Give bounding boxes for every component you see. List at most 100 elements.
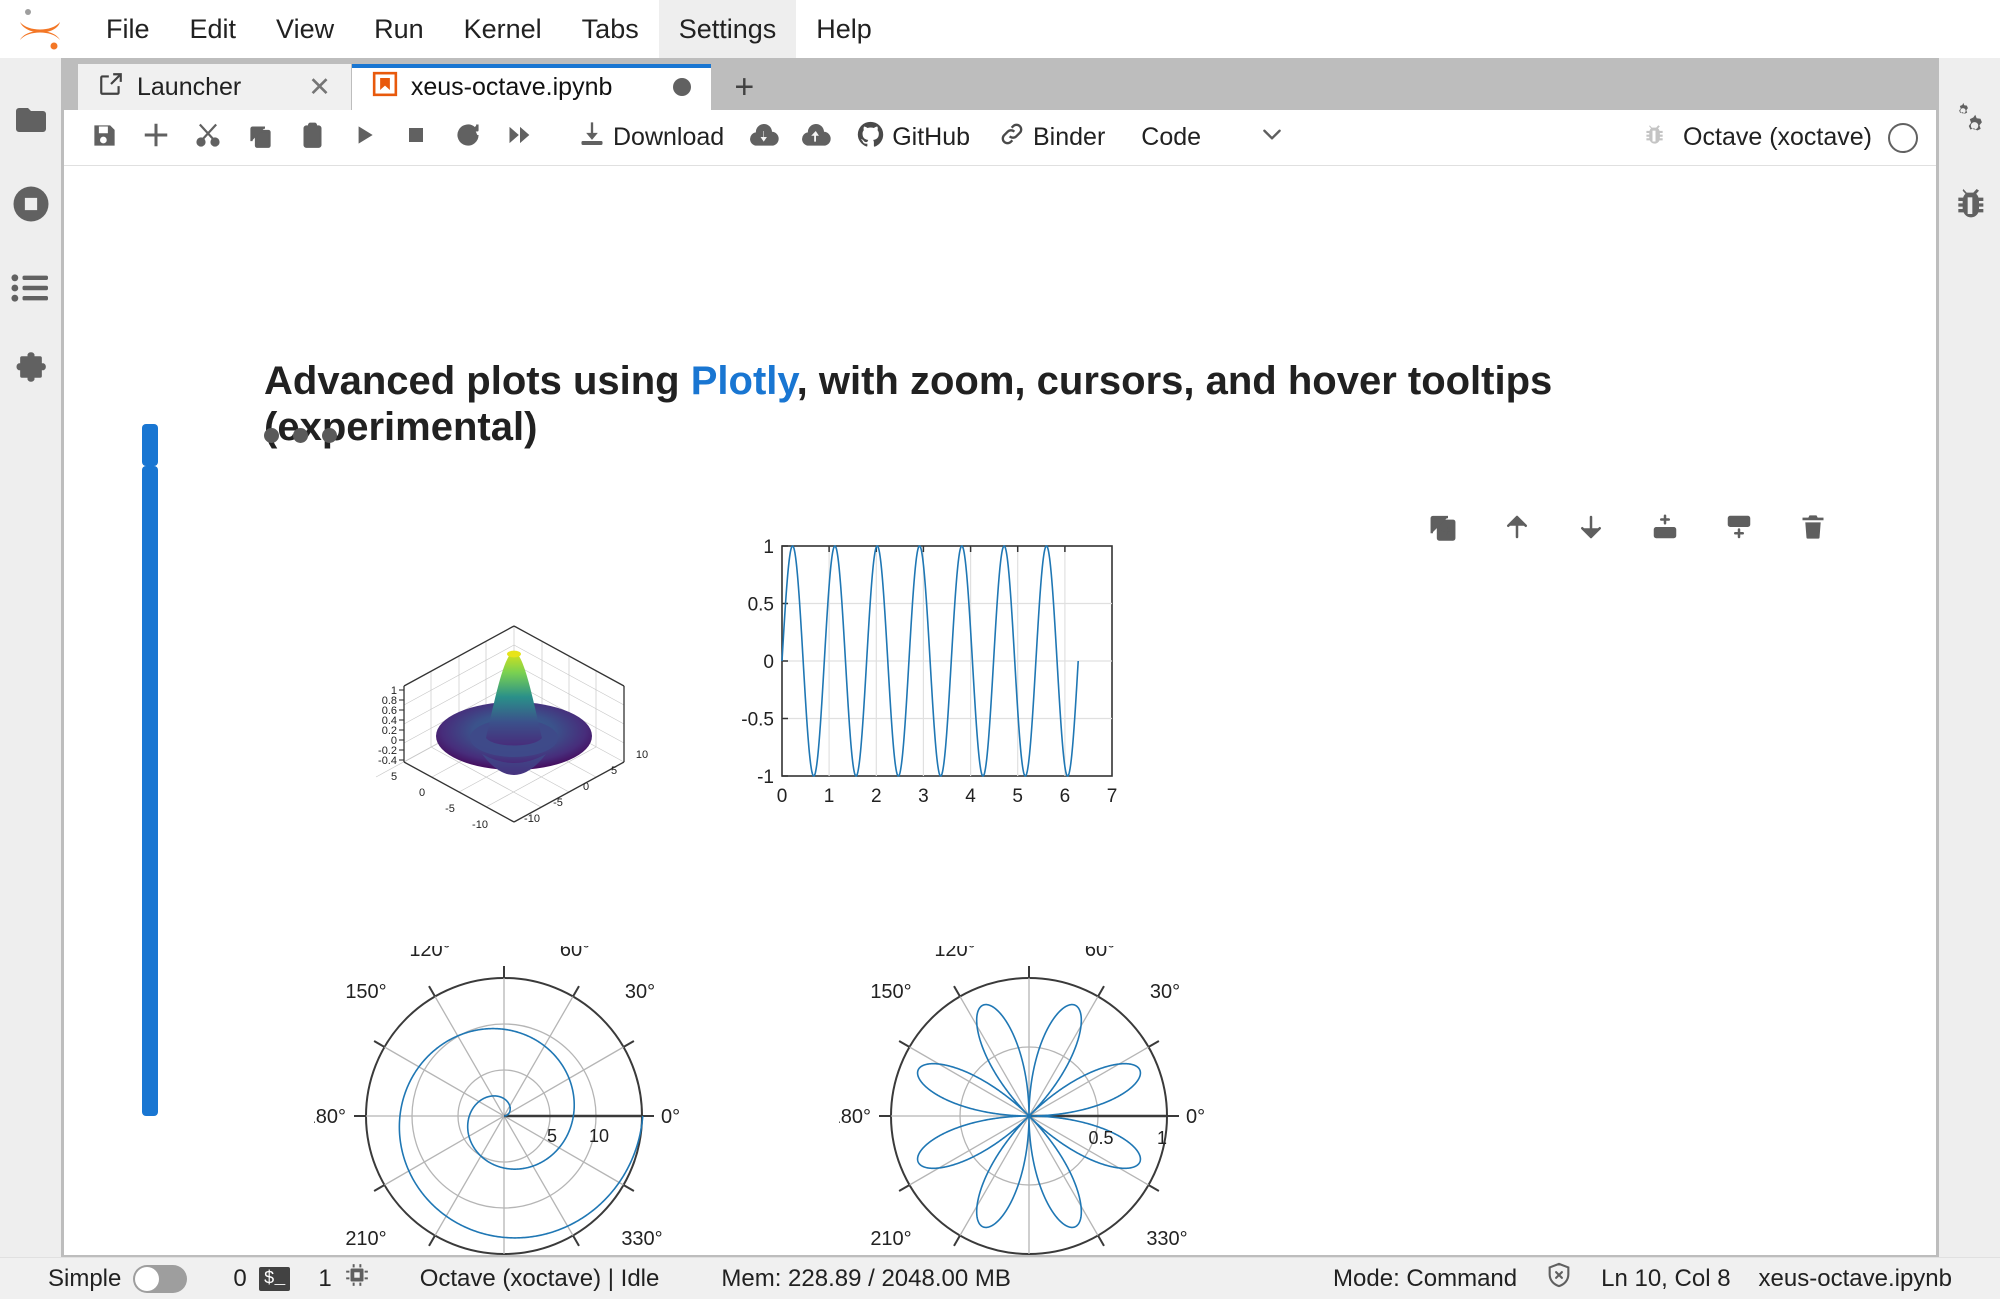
collapsed-input-marker[interactable] (264, 428, 337, 443)
tab-label-xeus-octave: xeus-octave.ipynb (410, 72, 613, 101)
menu-item-run[interactable]: Run (354, 0, 444, 58)
cell-selection-bar-code[interactable] (142, 466, 158, 1116)
sine-x-tick: 6 (1060, 786, 1071, 807)
edit-mode-status[interactable]: Mode: Command (1319, 1265, 1531, 1293)
run-button[interactable] (338, 112, 390, 164)
cell-output-plots: 1 0.8 0.6 0.4 0.2 0 -0.2 -0.4 5 0 -5 -10… (184, 537, 1584, 1255)
heading-prefix: Advanced plots using (264, 359, 691, 403)
left-sidebar (0, 58, 62, 1257)
kernels-status[interactable]: 1 (304, 1262, 383, 1295)
duplicate-cell-button[interactable] (1420, 506, 1466, 552)
polar-spiral-svg: 5 10 0° 30° 60° 90° 120° (305, 927, 680, 1255)
menu-item-settings[interactable]: Settings (658, 0, 797, 58)
launcher-icon (98, 71, 124, 104)
polar-rose-angle-tick: 120° (934, 946, 975, 961)
new-tab-button[interactable]: + (712, 64, 776, 110)
page-title: Advanced plots using Plotly, with zoom, … (264, 358, 1664, 450)
polar-spiral-angle-tick: 0° (661, 1106, 680, 1128)
fast-forward-icon (506, 121, 534, 154)
menu-item-view[interactable]: View (256, 0, 354, 58)
menu-item-edit[interactable]: Edit (170, 0, 257, 58)
folder-icon (10, 102, 52, 143)
save-button[interactable] (78, 112, 130, 164)
sine-y-tick: 0 (763, 652, 774, 673)
stop-square-icon (404, 123, 428, 152)
tab-dirty-indicator[interactable] (673, 78, 692, 96)
sidebar-item-debugger[interactable] (1939, 164, 2000, 248)
simple-mode-toggle[interactable] (133, 1264, 188, 1293)
github-button[interactable]: GitHub (842, 112, 984, 164)
sidebar-item-file-browser[interactable] (0, 80, 62, 164)
binder-label: Binder (1033, 123, 1106, 151)
sidebar-item-property-inspector[interactable] (1939, 80, 2000, 164)
cut-button[interactable] (182, 112, 234, 164)
insert-cell-below-button[interactable] (1716, 506, 1762, 552)
debugger-toggle-icon[interactable] (1641, 122, 1667, 153)
surface-plot[interactable]: 1 0.8 0.6 0.4 0.2 0 -0.2 -0.4 5 0 -5 -10… (364, 586, 664, 851)
tab-xeus-octave-notebook[interactable]: xeus-octave.ipynb (351, 64, 713, 110)
polar-rose-plot[interactable]: 0.5 1 0° 30° 60° 90° 120° 150° (830, 927, 1219, 1255)
notebook-panel: Download GitHub Binder Code Octave (xoct… (64, 110, 1936, 1255)
restart-button[interactable] (442, 112, 494, 164)
paste-button[interactable] (286, 112, 338, 164)
sidebar-item-extension-manager[interactable] (0, 332, 62, 416)
jupyterlab-window: File Edit View Run Kernel Tabs Settings … (0, 0, 2000, 1299)
move-cell-up-button[interactable] (1494, 506, 1540, 552)
sidebar-item-table-of-contents[interactable] (0, 248, 62, 332)
github-label: GitHub (892, 123, 970, 151)
menu-bar: File Edit View Run Kernel Tabs Settings … (0, 0, 2000, 58)
chevron-down-icon (1259, 121, 1285, 154)
kernel-status-label: Octave (xoctave) | Idle (419, 1264, 660, 1292)
arrow-down-icon (1576, 512, 1606, 547)
terminals-count: 0 (233, 1264, 247, 1292)
delete-cell-button[interactable] (1790, 506, 1836, 552)
binder-button[interactable]: Binder (984, 112, 1119, 164)
menu-item-kernel[interactable]: Kernel (444, 0, 562, 58)
connection-status[interactable] (1531, 1261, 1587, 1296)
restart-run-all-button[interactable] (494, 112, 546, 164)
tab-close-launcher[interactable]: ✕ (254, 73, 331, 101)
copy-button[interactable] (234, 112, 286, 164)
sine-plot[interactable]: 1 0.5 0 -0.5 -1 0 1 2 3 4 5 6 7 (724, 526, 1144, 871)
cell-type-value: Code (1141, 123, 1202, 151)
menu-item-help[interactable]: Help (796, 0, 892, 58)
surface-x-tick: -10 (472, 819, 488, 831)
polar-spiral-angle-tick: 330° (621, 1228, 662, 1250)
cell-toolbar (1420, 506, 1836, 552)
terminal-icon: $_ (258, 1266, 291, 1291)
scissors-icon (194, 121, 222, 154)
cell-selection-bar-markdown[interactable] (142, 424, 158, 466)
ellipsis-dot (293, 428, 308, 443)
terminals-status[interactable]: 0 $_ (219, 1265, 304, 1293)
interrupt-button[interactable] (390, 112, 442, 164)
kernel-name-label[interactable]: Octave (xoctave) (1683, 123, 1872, 152)
sidebar-item-running-kernels[interactable] (0, 164, 62, 248)
plotly-link[interactable]: Plotly (691, 359, 797, 403)
mode-label: Mode: Command (1333, 1264, 1518, 1292)
menu-item-tabs[interactable]: Tabs (562, 0, 659, 58)
polar-rose-angle-tick: 90° (1014, 946, 1044, 949)
sine-y-tick: -1 (757, 767, 774, 788)
surface-z-tick: -0.4 (378, 755, 397, 767)
table-of-contents-icon (10, 271, 52, 310)
cursor-position[interactable]: Ln 10, Col 8 (1587, 1265, 1744, 1293)
duplicate-icon (1428, 512, 1458, 547)
insert-cell-button[interactable] (130, 112, 182, 164)
upload-to-drive-button[interactable] (790, 112, 842, 164)
menu-item-file[interactable]: File (86, 0, 170, 58)
polar-rose-angle-tick: 330° (1146, 1228, 1187, 1250)
insert-cell-above-button[interactable] (1642, 506, 1688, 552)
download-from-drive-button[interactable] (738, 112, 790, 164)
polar-spiral-plot[interactable]: 5 10 0° 30° 60° 90° 120° (305, 927, 694, 1255)
notebook-content: Advanced plots using Plotly, with zoom, … (64, 166, 1936, 1255)
sine-y-tick: 1 (763, 537, 774, 558)
cell-type-dropdown[interactable]: Code (1141, 121, 1285, 154)
sine-y-tick: 0.5 (748, 595, 774, 616)
tab-launcher[interactable]: Launcher ✕ (78, 64, 352, 110)
kernel-status-text[interactable]: Octave (xoctave) | Idle (406, 1265, 674, 1293)
sine-plot-svg: 1 0.5 0 -0.5 -1 0 1 2 3 4 5 6 7 (741, 537, 1117, 807)
download-button[interactable]: Download (564, 112, 738, 164)
memory-label: Mem: 228.89 / 2048.00 MB (721, 1264, 1011, 1292)
move-cell-down-button[interactable] (1568, 506, 1614, 552)
kernel-status-indicator[interactable] (1888, 122, 1918, 153)
